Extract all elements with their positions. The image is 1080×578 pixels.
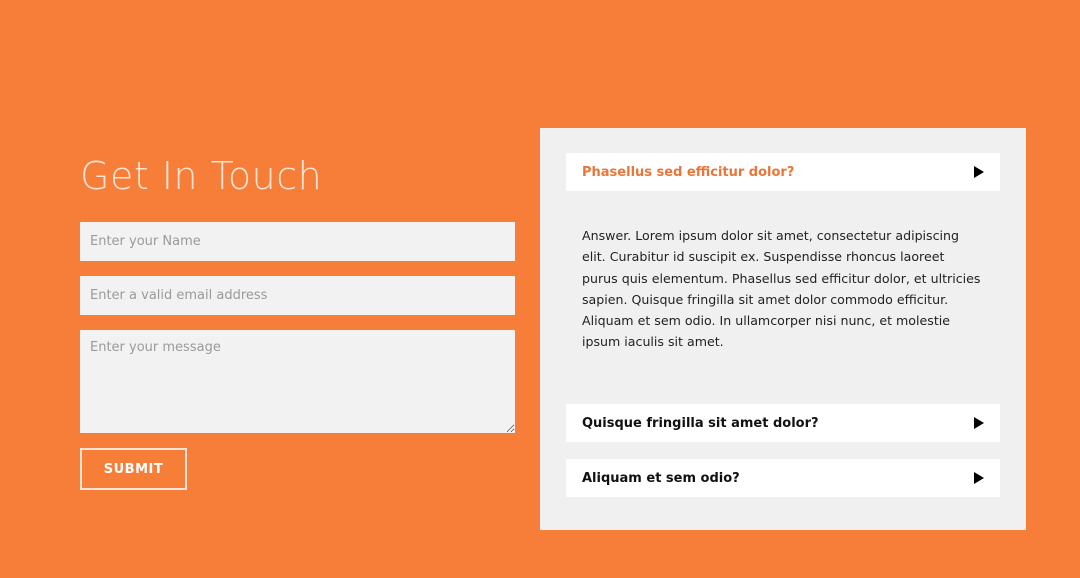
- faq-item-3[interactable]: Aliquam et sem odio?: [566, 459, 1000, 497]
- faq-panel: Phasellus sed efficitur dolor? Answer. L…: [540, 128, 1026, 530]
- name-input[interactable]: [80, 222, 515, 261]
- faq-question-3: Aliquam et sem odio?: [582, 470, 740, 486]
- faq-question-1: Phasellus sed efficitur dolor?: [582, 164, 795, 180]
- faq-item-2[interactable]: Quisque fringilla sit amet dolor?: [566, 404, 1000, 442]
- faq-answer-1: Answer. Lorem ipsum dolor sit amet, cons…: [582, 228, 981, 350]
- triangle-right-icon: [974, 472, 984, 484]
- submit-button[interactable]: SUBMIT: [80, 448, 187, 490]
- contact-form: SUBMIT: [80, 222, 515, 490]
- contact-form-section: Get In Touch SUBMIT: [80, 150, 515, 490]
- triangle-right-icon: [974, 417, 984, 429]
- faq-question-2: Quisque fringilla sit amet dolor?: [582, 415, 819, 431]
- triangle-right-icon: [974, 166, 984, 178]
- email-input[interactable]: [80, 276, 515, 315]
- message-textarea[interactable]: [80, 330, 515, 433]
- page-title: Get In Touch: [80, 154, 323, 198]
- faq-item-1[interactable]: Phasellus sed efficitur dolor?: [566, 153, 1000, 191]
